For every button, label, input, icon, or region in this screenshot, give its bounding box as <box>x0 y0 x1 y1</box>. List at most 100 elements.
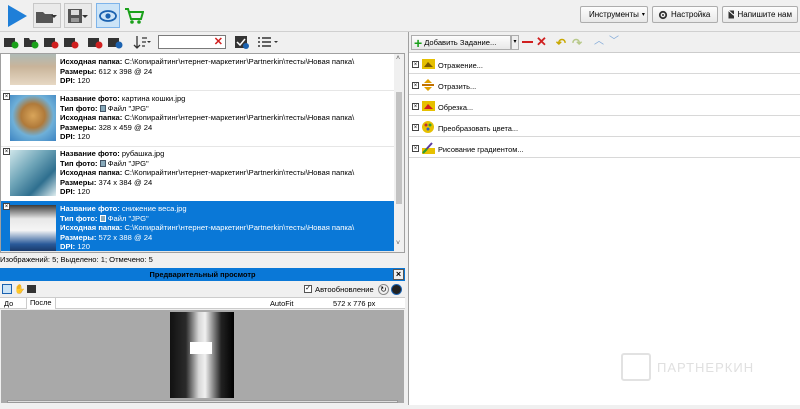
file-info-button[interactable] <box>106 34 123 49</box>
add-task-button[interactable]: + Добавить Задание... <box>411 35 511 50</box>
flip-icon <box>422 79 434 91</box>
image-dimensions: 572 x 776 px <box>333 299 376 308</box>
sort-icon <box>133 35 151 49</box>
task-item[interactable]: × Преобразовать цвета... <box>409 117 800 137</box>
add-files-button[interactable] <box>2 34 19 49</box>
open-button[interactable] <box>33 3 61 28</box>
task-checkbox[interactable]: × <box>412 124 419 131</box>
undo-icon[interactable]: ↶ <box>556 36 566 50</box>
minus-icon[interactable] <box>522 41 533 43</box>
source-label: Исходная папка: <box>60 168 123 177</box>
dpi-value: 120 <box>77 76 90 85</box>
source-value: C:\Копирайтинг\нтернет-маркетинг\Partner… <box>124 113 355 122</box>
cart-icon <box>125 7 144 24</box>
write-us-label: Напишите нам <box>737 10 792 19</box>
preview-tabs: До После AutoFit 572 x 776 px <box>0 297 405 309</box>
auto-update-checkbox[interactable]: ✓ <box>304 285 312 293</box>
clear-search-icon[interactable]: ✕ <box>214 35 223 48</box>
cart-button[interactable] <box>122 3 146 28</box>
task-checkbox[interactable]: × <box>412 82 419 89</box>
add-task-dropdown[interactable]: ▾ <box>511 35 519 50</box>
task-checkbox[interactable]: × <box>412 61 419 68</box>
sort-button[interactable] <box>132 34 154 49</box>
scroll-thumb[interactable] <box>396 92 402 204</box>
tasks-toolbar: + Добавить Задание... ▾ ✕ ↶ ↷ ︿ ﹀ <box>409 32 800 53</box>
write-us-button[interactable]: Напишите нам <box>722 6 798 23</box>
redo-icon[interactable]: ↷ <box>572 36 582 50</box>
task-checkbox[interactable]: × <box>412 103 419 110</box>
autofit-button[interactable]: AutoFit <box>270 299 293 309</box>
name-label: Название фото: <box>60 94 120 103</box>
remove-file-button[interactable] <box>42 34 59 49</box>
add-folder-icon <box>23 37 38 48</box>
tab-before[interactable]: До <box>4 299 13 309</box>
delete-icon[interactable]: ✕ <box>536 35 547 49</box>
scroll-down-icon[interactable]: ˅ <box>396 240 400 247</box>
remove-all-button[interactable] <box>62 34 79 49</box>
file-list[interactable]: Исходная папка: C:\Копирайтинг\нтернет-м… <box>0 53 405 253</box>
jpg-icon <box>99 214 106 222</box>
save-button[interactable] <box>64 3 92 28</box>
search-input[interactable]: ✕ <box>158 35 226 49</box>
size-label: Размеры: <box>60 232 97 242</box>
remove-unchecked-button[interactable] <box>86 34 103 49</box>
preview-title: Предварительный просмотр <box>149 270 256 279</box>
task-item[interactable]: × Обрезка... <box>409 96 800 116</box>
list-scrollbar[interactable]: ˄ ˅ <box>394 54 404 252</box>
refresh-icon[interactable]: ↻ <box>378 284 389 295</box>
mirror-icon <box>422 59 435 69</box>
list-item[interactable]: × Название фото: картина кошки.jpg Тип ф… <box>1 91 395 147</box>
list-item[interactable]: Исходная папка: C:\Копирайтинг\нтернет-м… <box>1 54 395 91</box>
stop-icon[interactable] <box>391 284 402 295</box>
task-item[interactable]: × Рисование градиентом... <box>409 138 800 158</box>
task-label: Преобразовать цвета... <box>438 124 519 133</box>
size-label: Размеры: <box>60 66 97 76</box>
type-label: Тип фото: <box>60 103 98 113</box>
preview-toggle[interactable] <box>96 3 120 28</box>
item-checkbox[interactable]: × <box>3 148 10 155</box>
close-preview-icon[interactable]: × <box>393 269 404 280</box>
hand-tool-icon[interactable]: ✋ <box>14 284 25 294</box>
task-item[interactable]: × Отражение... <box>409 54 800 74</box>
tools-menu-button[interactable]: Инструменты ▾ <box>580 6 648 23</box>
tab-after[interactable]: После <box>26 298 56 309</box>
move-up-icon[interactable]: ︿ <box>594 37 609 48</box>
preview-image-highlight <box>190 342 212 354</box>
list-item[interactable]: × Название фото: рубашка.jpg Тип фото: Ф… <box>1 146 395 202</box>
source-label: Исходная папка: <box>60 113 123 122</box>
select-all-button[interactable] <box>233 34 250 49</box>
item-checkbox[interactable]: × <box>3 203 10 210</box>
fit-tool-icon[interactable] <box>27 285 36 293</box>
name-label: Название фото: <box>60 149 120 158</box>
preview-hscrollbar[interactable] <box>7 400 398 403</box>
dpi-label: DPI: <box>60 242 76 251</box>
zoom-tool-icon[interactable] <box>2 284 12 294</box>
move-down-icon[interactable]: ﹀ <box>609 37 624 48</box>
view-mode-button[interactable] <box>256 34 280 49</box>
status-bar: Изображений: 5; Выделено: 1; Отмечено: 5 <box>0 255 153 264</box>
settings-button[interactable]: Настройка <box>652 6 718 23</box>
task-item[interactable]: × Отразить... <box>409 75 800 95</box>
list-item-selected[interactable]: × Название фото: снижение веса.jpg Тип ф… <box>1 201 395 252</box>
scroll-up-icon[interactable]: ˄ <box>396 55 400 62</box>
dpi-value: 120 <box>77 132 90 141</box>
size-label: Размеры: <box>60 122 97 132</box>
eye-icon <box>99 9 117 22</box>
run-button[interactable] <box>4 3 30 28</box>
add-folder-button[interactable] <box>22 34 39 49</box>
source-value: C:\Копирайтинг\нтернет-маркетинг\Partner… <box>124 57 355 66</box>
item-checkbox[interactable]: × <box>3 93 10 100</box>
type-value: Файл "JPG" <box>107 213 149 223</box>
auto-update-label: Автообновление <box>315 285 374 294</box>
source-label: Исходная папка: <box>60 57 123 66</box>
preview-area[interactable] <box>1 310 404 403</box>
gradient-icon <box>422 142 435 154</box>
add-task-label: Добавить Задание... <box>424 38 497 47</box>
task-checkbox[interactable]: × <box>412 145 419 152</box>
dpi-value: 120 <box>77 187 90 196</box>
name-value: рубашка.jpg <box>121 149 165 158</box>
floppy-icon <box>68 8 88 23</box>
task-label: Отражение... <box>438 61 483 70</box>
preview-header: Предварительный просмотр × <box>0 268 405 281</box>
envelope-icon <box>728 10 735 19</box>
